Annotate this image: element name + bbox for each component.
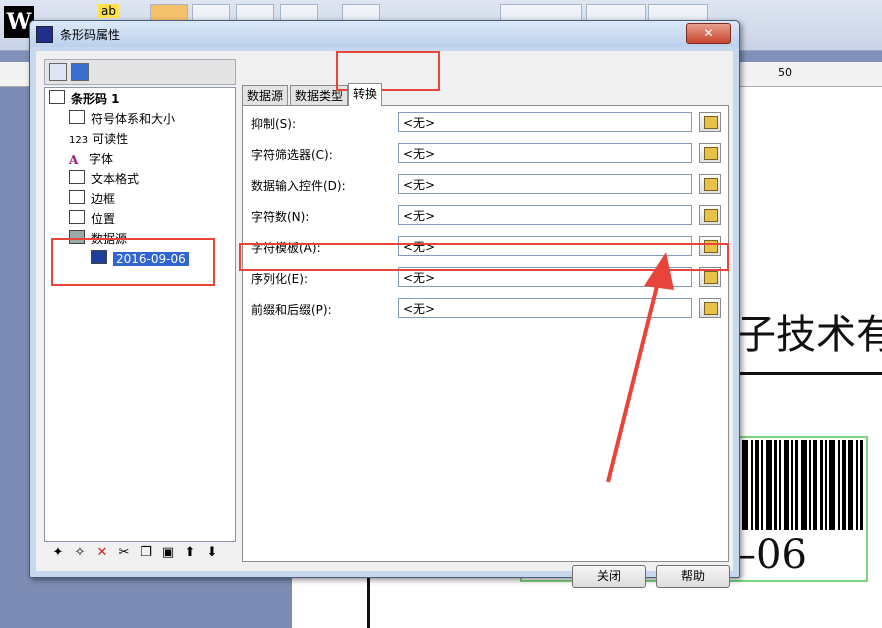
barcode-bar — [809, 440, 811, 530]
delete-icon[interactable]: ✕ — [94, 545, 110, 561]
barcode-bar — [742, 440, 748, 530]
tree-item-text-format[interactable]: 文本格式 — [69, 170, 139, 188]
barcode-bar — [774, 440, 777, 530]
dialog-title: 条形码属性 — [60, 28, 121, 42]
barcode-bar — [838, 440, 840, 530]
font-icon: A — [69, 151, 83, 167]
tree-item-label: 符号体系和大小 — [91, 112, 176, 126]
barcode-icon — [69, 110, 85, 124]
cut-icon[interactable]: ✂ — [116, 545, 132, 561]
move-up-icon[interactable]: ⬆ — [182, 545, 198, 561]
tree-item-font[interactable]: A 字体 — [69, 150, 113, 168]
row-value-field[interactable]: <无> — [398, 174, 692, 194]
barcode-bar — [848, 440, 853, 530]
barcode-bar — [825, 440, 827, 530]
edit-icon — [704, 209, 718, 222]
close-button[interactable]: 关闭 — [572, 565, 646, 588]
close-icon[interactable]: ✕ — [686, 23, 731, 44]
paste-icon[interactable]: ▣ — [160, 545, 176, 561]
row-label: 抑制(S): — [251, 117, 297, 131]
row-label: 字符数(N): — [251, 210, 310, 224]
barcode-bar — [856, 440, 858, 530]
barcode-bar — [755, 440, 759, 530]
barcode-bar — [791, 440, 793, 530]
barcode-bar — [761, 440, 763, 530]
row-label: 前缀和后缀(P): — [251, 303, 332, 317]
wand-icon[interactable]: ✧ — [72, 545, 88, 561]
tab-data-source[interactable]: 数据源 — [242, 85, 289, 106]
copy-icon[interactable]: ❐ — [138, 545, 154, 561]
tree-item-readability[interactable]: 123 可读性 — [69, 130, 128, 148]
barcode-bar — [801, 440, 807, 530]
barcode-bar — [766, 440, 772, 530]
ruler-label: 50 — [778, 66, 792, 79]
tree-root[interactable]: 条形码 1 — [49, 90, 120, 108]
row-value-field[interactable]: <无> — [398, 143, 692, 163]
row-edit-button[interactable] — [699, 143, 721, 163]
property-tree: 条形码 1 符号体系和大小 123 可读性 A 字体 文本格式 边框 位置 数据源 … — [44, 87, 236, 542]
row-edit-button[interactable] — [699, 112, 721, 132]
layers-icon[interactable] — [71, 63, 89, 81]
dialog-titlebar[interactable]: 条形码属性 ✕ — [30, 21, 739, 47]
position-icon — [69, 210, 85, 224]
barcode-icon — [36, 26, 53, 43]
tree-root-label: 条形码 1 — [71, 92, 120, 106]
edit-icon — [704, 271, 718, 284]
barcode-bar — [751, 440, 753, 530]
vertical-line — [367, 576, 370, 628]
barcode-date-text: –06 — [736, 532, 807, 578]
text-style-ab-icon[interactable]: ab — [98, 4, 119, 18]
row-label: 字符筛选器(C): — [251, 148, 333, 162]
barcode-bar — [842, 440, 846, 530]
border-icon — [69, 190, 85, 204]
tab-transform[interactable]: 转换 — [348, 83, 383, 106]
readability-icon: 123 — [69, 135, 89, 146]
tree-item-label: 边框 — [91, 192, 116, 206]
edit-icon — [704, 116, 718, 129]
edit-icon — [704, 302, 718, 315]
tree-item-label: 位置 — [91, 212, 116, 226]
help-button[interactable]: 帮助 — [656, 565, 730, 588]
divider-line — [736, 372, 882, 375]
tree-item-label: 文本格式 — [91, 172, 140, 186]
edit-icon — [704, 147, 718, 160]
row-value-field[interactable]: <无> — [398, 112, 692, 132]
new-icon[interactable]: ✦ — [50, 545, 66, 561]
barcode-bar — [820, 440, 823, 530]
barcode-bar — [779, 440, 781, 530]
tree-item-label: 字体 — [89, 152, 114, 166]
barcode-bar — [784, 440, 789, 530]
barcode-bar — [813, 440, 817, 530]
row-label: 数据输入控件(D): — [251, 179, 346, 193]
tree-item-position[interactable]: 位置 — [69, 210, 115, 228]
text-format-icon — [69, 170, 85, 184]
edit-icon — [704, 178, 718, 191]
barcode-bar — [860, 440, 863, 530]
row-value-field[interactable]: <无> — [398, 205, 692, 225]
tree-toolbar — [44, 59, 236, 85]
row-label: 序列化(E): — [251, 272, 308, 286]
tree-item-border[interactable]: 边框 — [69, 190, 115, 208]
move-down-icon[interactable]: ⬇ — [204, 545, 220, 561]
barcode-bar — [829, 440, 835, 530]
expand-all-icon[interactable] — [49, 63, 67, 81]
company-text[interactable]: 子技术有 — [736, 302, 882, 360]
annotation-box-tree — [51, 238, 215, 286]
row-edit-button[interactable] — [699, 205, 721, 225]
row-edit-button[interactable] — [699, 174, 721, 194]
tree-action-toolbar: ✦ ✧ ✕ ✂ ❐ ▣ ⬆ ⬇ — [44, 542, 234, 564]
barcode-icon — [49, 90, 65, 104]
row-edit-button[interactable] — [699, 298, 721, 318]
tree-item-symbology[interactable]: 符号体系和大小 — [69, 110, 175, 128]
tree-item-label: 可读性 — [92, 132, 129, 146]
annotation-arrow — [606, 252, 674, 483]
barcode-bar — [795, 440, 798, 530]
